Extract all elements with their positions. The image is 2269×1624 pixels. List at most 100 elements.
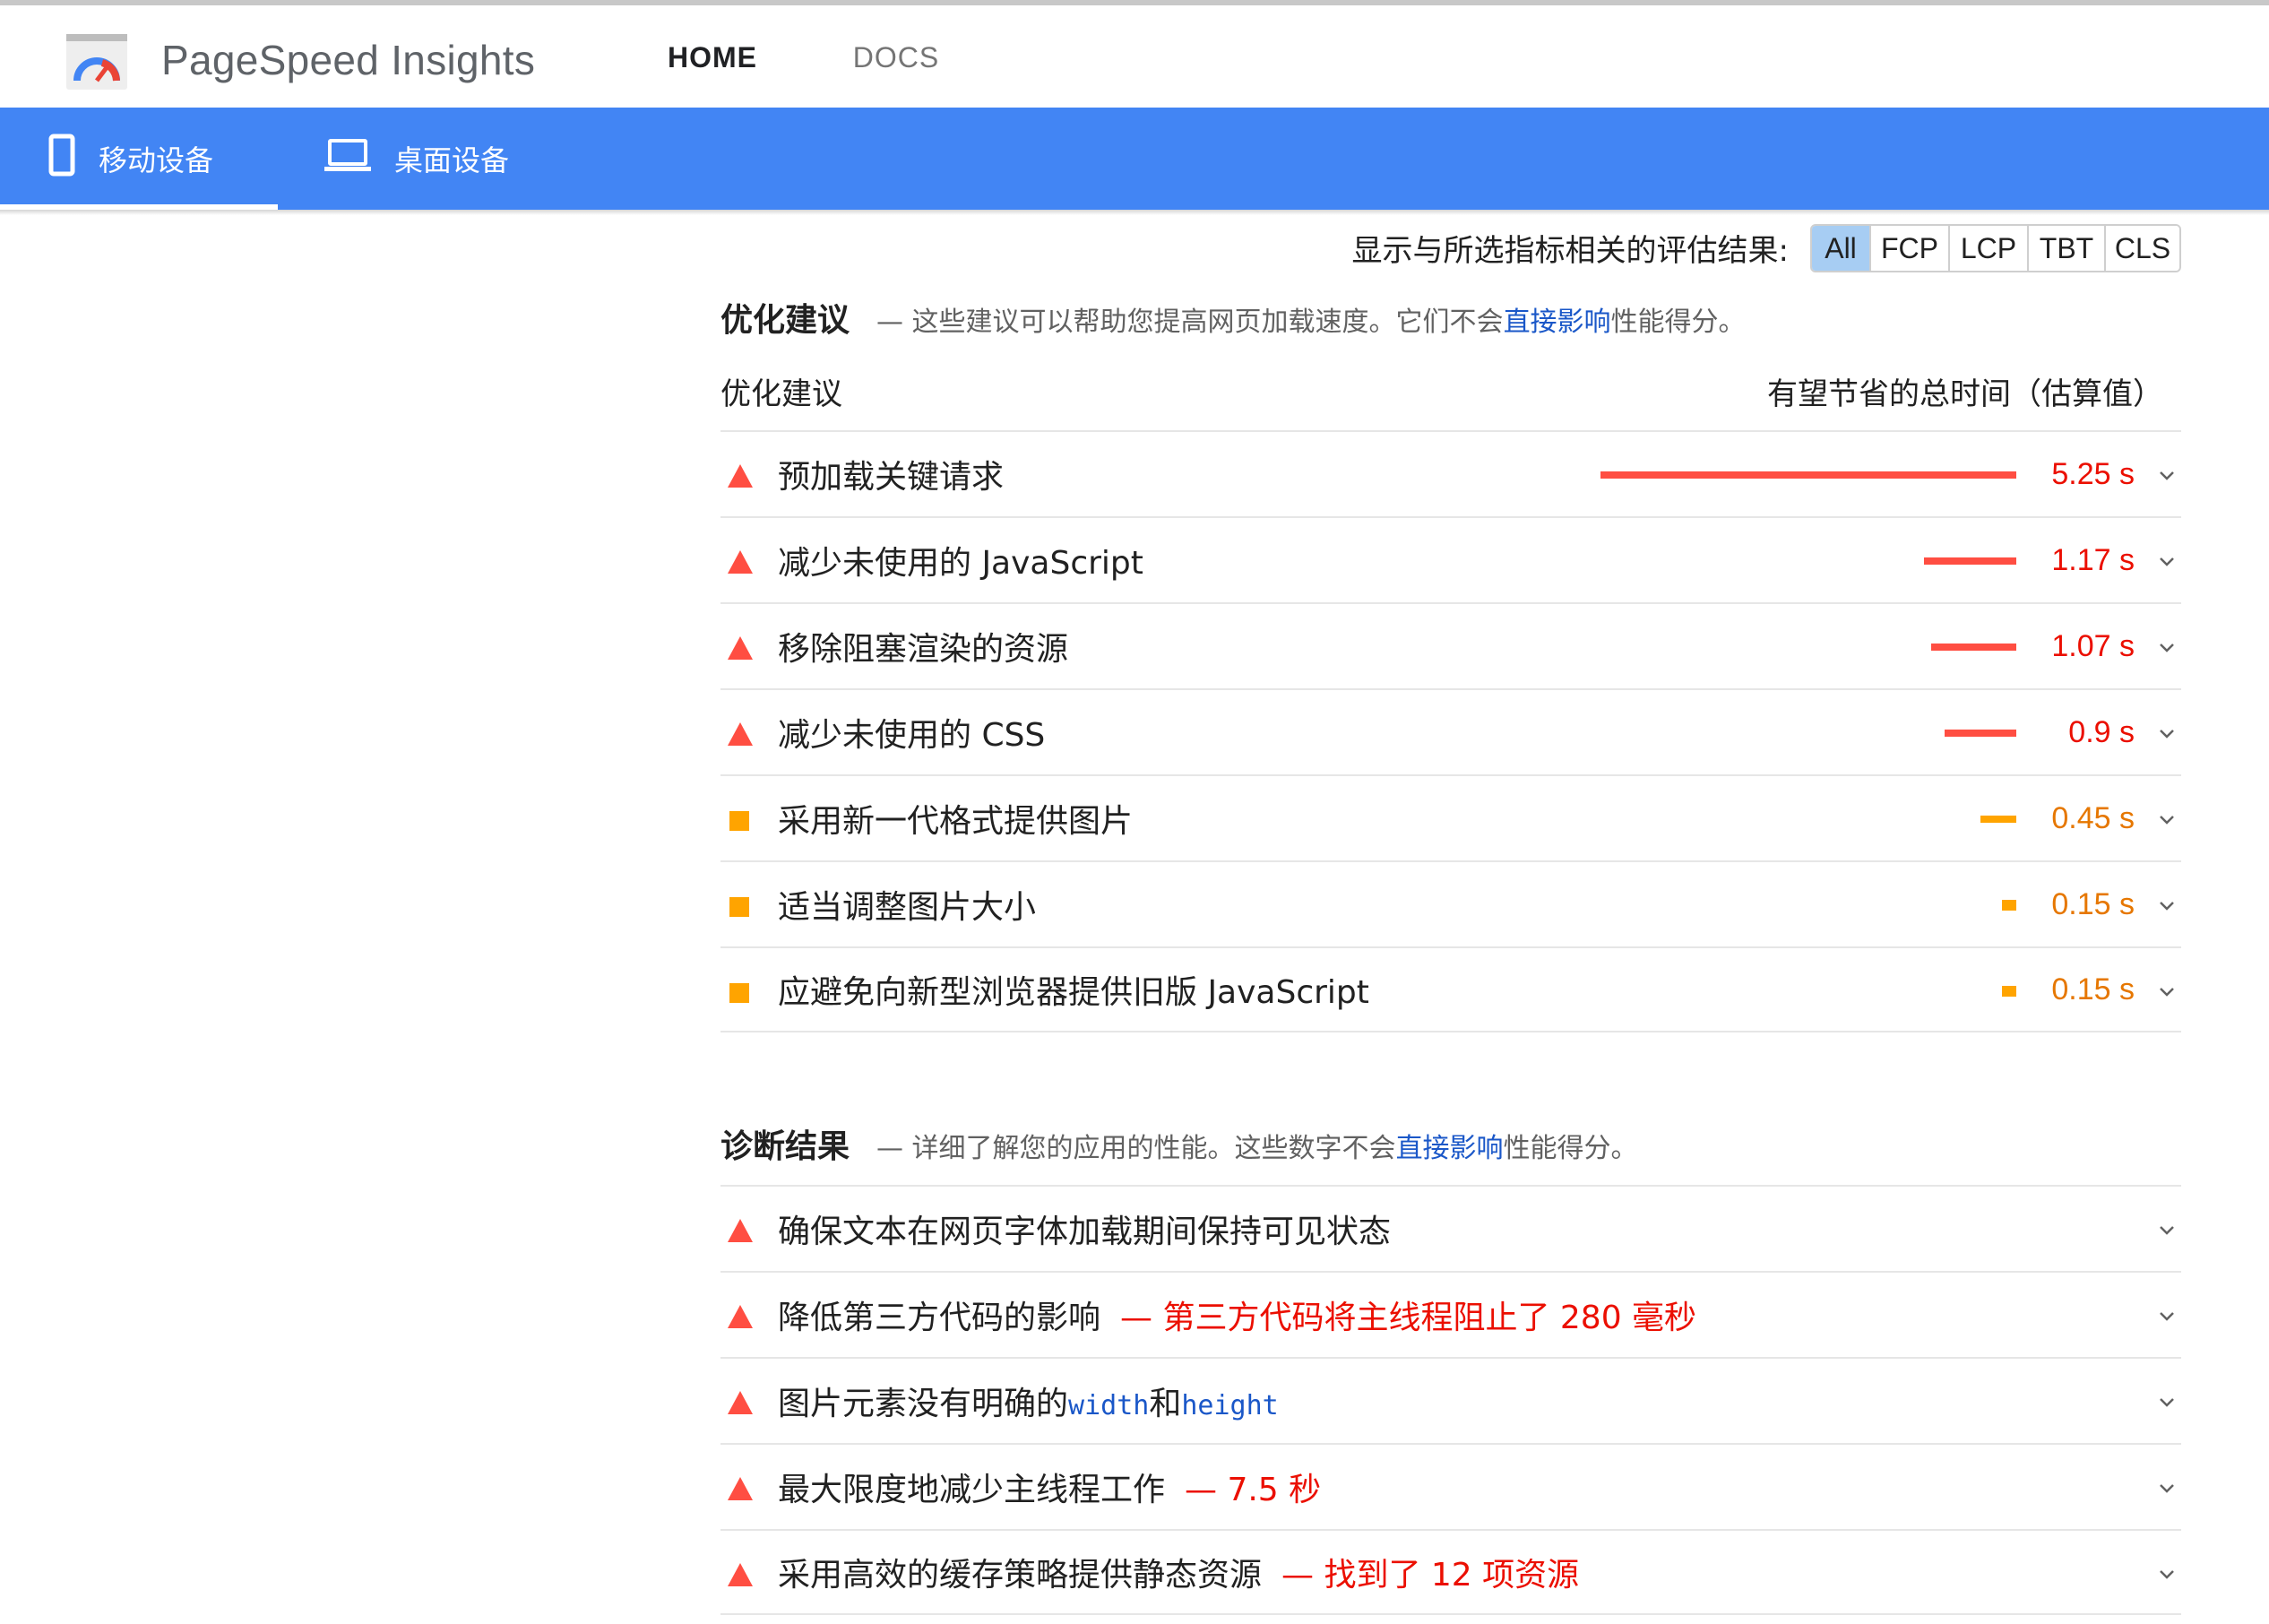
diagnostic-label-text: 采用高效的缓存策略提供静态资源 <box>778 1557 1263 1594</box>
savings-bar <box>1931 644 2016 651</box>
tab-desktop-label: 桌面设备 <box>394 143 510 177</box>
diagnostics-desc-after: 性能得分。 <box>1503 1133 1638 1164</box>
code-token: height <box>1181 1390 1279 1421</box>
savings-value: 0.45 s <box>2051 800 2135 835</box>
opportunity-label: 适当调整图片大小 <box>778 889 1037 926</box>
savings-bar <box>2002 986 2016 997</box>
opportunities-list: 预加载关键请求 5.25 s 减少未使用的 JavaScript 1.17 s 移除阻塞… <box>720 430 2181 1032</box>
diagnostics-header: 诊断结果 — 详细了解您的应用的性能。这些数字不会直接影响性能得分。 <box>720 1120 1638 1167</box>
opportunity-row[interactable]: 应避免向新型浏览器提供旧版 JavaScript 0.15 s <box>720 946 2181 1032</box>
opportunity-label: 预加载关键请求 <box>778 459 1005 496</box>
chevron-down-icon[interactable] <box>2156 1305 2178 1326</box>
chevron-down-icon[interactable] <box>2156 980 2178 1002</box>
opportunities-title: 优化建议 <box>720 302 850 339</box>
diagnostic-label-text: 和 <box>1149 1386 1182 1422</box>
savings-value: 1.17 s <box>2051 542 2135 577</box>
savings-bar <box>1924 557 2016 565</box>
filter-cls-button[interactable]: CLS <box>2106 226 2179 271</box>
opportunity-label: 移除阻塞渲染的资源 <box>778 631 1069 668</box>
opportunities-column-header: 优化建议 有望节省的总时间（估算值） <box>720 369 2181 432</box>
diagnostic-label: 确保文本在网页字体加载期间保持可见状态 <box>778 1205 1391 1252</box>
opportunity-label: 采用新一代格式提供图片 <box>778 803 1134 840</box>
opportunity-row[interactable]: 采用新一代格式提供图片 0.45 s <box>720 774 2181 860</box>
diagnostic-label-text: 确保文本在网页字体加载期间保持可见状态 <box>778 1214 1392 1250</box>
tab-mobile-label: 移动设备 <box>99 143 214 177</box>
fail-triangle-icon <box>728 1391 753 1414</box>
opportunity-label: 减少未使用的 CSS <box>778 717 1046 754</box>
fail-triangle-icon <box>728 636 753 660</box>
diagnostics-list: 确保文本在网页字体加载期间保持可见状态降低第三方代码的影响 — 第三方代码将主线程… <box>720 1185 2181 1615</box>
savings-value: 5.25 s <box>2051 456 2135 491</box>
tab-mobile[interactable]: 移动设备 <box>0 108 278 210</box>
top-app-bar: PageSpeed Insights HOME DOCS <box>0 0 2269 113</box>
tab-home[interactable]: HOME <box>622 41 803 113</box>
diagnostics-desc-before: — 详细了解您的应用的性能。这些数字不会 <box>876 1133 1396 1164</box>
filter-fcp-button[interactable]: FCP <box>1871 226 1950 271</box>
app-title: PageSpeed Insights <box>161 37 536 83</box>
diagnostic-label: 采用高效的缓存策略提供静态资源 — 找到了 12 项资源 <box>778 1549 1579 1595</box>
tab-desktop[interactable]: 桌面设备 <box>324 108 557 210</box>
chevron-down-icon[interactable] <box>2156 1219 2178 1240</box>
opportunity-row[interactable]: 减少未使用的 CSS 0.9 s <box>720 688 2181 774</box>
fail-triangle-icon <box>728 722 753 746</box>
fail-triangle-icon <box>728 1219 753 1242</box>
diagnostic-label-text: 最大限度地减少主线程工作 <box>778 1472 1166 1508</box>
chevron-down-icon[interactable] <box>2156 722 2178 744</box>
savings-value: 0.9 s <box>2068 714 2135 749</box>
filter-label: 显示与所选指标相关的评估结果: <box>1351 233 1789 269</box>
chevron-down-icon[interactable] <box>2156 464 2178 486</box>
diagnostic-row[interactable]: 最大限度地减少主线程工作 — 7.5 秒 <box>720 1443 2181 1529</box>
chevron-down-icon[interactable] <box>2156 636 2178 658</box>
savings-value: 0.15 s <box>2051 972 2135 1006</box>
filter-tbt-button[interactable]: TBT <box>2029 226 2106 271</box>
direct-impact-link[interactable]: 直接影响 <box>1396 1133 1504 1164</box>
diagnostic-row[interactable]: 采用高效的缓存策略提供静态资源 — 找到了 12 项资源 <box>720 1529 2181 1615</box>
opportunity-row[interactable]: 减少未使用的 JavaScript 1.17 s <box>720 516 2181 602</box>
tab-docs[interactable]: DOCS <box>824 41 968 113</box>
fail-triangle-icon <box>728 1563 753 1586</box>
opportunity-label: 应避免向新型浏览器提供旧版 JavaScript <box>778 974 1369 1011</box>
filter-lcp-button[interactable]: LCP <box>1950 226 2029 271</box>
savings-bar <box>1980 816 2016 823</box>
savings-value: 1.07 s <box>2051 628 2135 663</box>
diagnostic-detail: — 找到了 12 项资源 <box>1281 1557 1580 1594</box>
device-bar-shadow <box>0 210 2269 215</box>
fail-triangle-icon <box>728 1477 753 1500</box>
column-savings-label: 有望节省的总时间（估算值） <box>1767 376 2163 412</box>
chevron-down-icon[interactable] <box>2156 1391 2178 1412</box>
diagnostic-row[interactable]: 图片元素没有明确的width和height <box>720 1357 2181 1443</box>
fail-triangle-icon <box>728 1305 753 1328</box>
chevron-down-icon[interactable] <box>2156 550 2178 572</box>
diagnostic-label: 降低第三方代码的影响 — 第三方代码将主线程阻止了 280 毫秒 <box>778 1291 1696 1338</box>
opportunities-description: — 这些建议可以帮助您提高网页加载速度。它们不会直接影响性能得分。 <box>876 299 1746 339</box>
opportunity-row[interactable]: 预加载关键请求 5.25 s <box>720 430 2181 516</box>
chevron-down-icon[interactable] <box>2156 1477 2178 1499</box>
pagespeed-gauge-icon <box>66 34 127 90</box>
opportunity-label: 减少未使用的 JavaScript <box>778 545 1143 582</box>
diagnostic-label: 最大限度地减少主线程工作 — 7.5 秒 <box>778 1464 1321 1510</box>
opportunities-header: 优化建议 — 这些建议可以帮助您提高网页加载速度。它们不会直接影响性能得分。 <box>720 294 1746 341</box>
opportunity-row[interactable]: 适当调整图片大小 0.15 s <box>720 860 2181 946</box>
chevron-down-icon[interactable] <box>2156 894 2178 916</box>
device-tab-bar: 移动设备 桌面设备 <box>0 108 2269 210</box>
metric-filter-group: All FCP LCP TBT CLS <box>1810 224 2181 272</box>
average-square-icon <box>729 897 749 917</box>
opportunities-desc-before: — 这些建议可以帮助您提高网页加载速度。它们不会 <box>876 307 1504 338</box>
chevron-down-icon[interactable] <box>2156 808 2178 830</box>
chevron-down-icon[interactable] <box>2156 1563 2178 1585</box>
diagnostics-description: — 详细了解您的应用的性能。这些数字不会直接影响性能得分。 <box>876 1126 1638 1165</box>
fail-triangle-icon <box>728 464 753 488</box>
diagnostic-label-text: 图片元素没有明确的 <box>778 1386 1069 1422</box>
savings-bar <box>1600 471 2016 479</box>
direct-impact-link[interactable]: 直接影响 <box>1504 307 1611 338</box>
diagnostic-label: 图片元素没有明确的width和height <box>778 1378 1279 1424</box>
filter-all-button[interactable]: All <box>1812 226 1871 271</box>
diagnostic-detail: — 第三方代码将主线程阻止了 280 毫秒 <box>1120 1300 1697 1336</box>
diagnostic-row[interactable]: 确保文本在网页字体加载期间保持可见状态 <box>720 1185 2181 1271</box>
fail-triangle-icon <box>728 550 753 574</box>
smartphone-icon <box>48 134 75 184</box>
savings-bar <box>1945 730 2016 737</box>
savings-value: 0.15 s <box>2051 886 2135 921</box>
opportunity-row[interactable]: 移除阻塞渲染的资源 1.07 s <box>720 602 2181 688</box>
diagnostic-row[interactable]: 降低第三方代码的影响 — 第三方代码将主线程阻止了 280 毫秒 <box>720 1271 2181 1357</box>
